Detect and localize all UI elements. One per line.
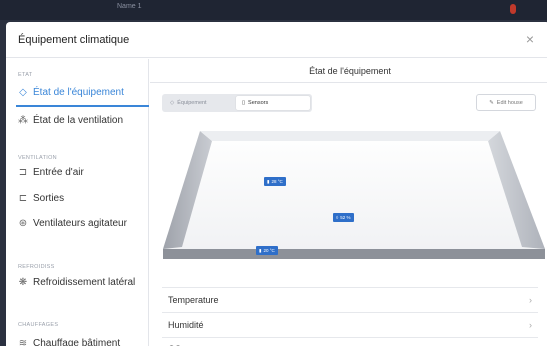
air-inlet-icon: ⊐ [18,167,28,178]
sidebar-item-side-cooling[interactable]: ❋ Refroidissement latéral [18,277,135,288]
sidebar-item-ventilation-state[interactable]: ⁂ État de la ventilation [18,115,123,126]
sidebar-item-label: Chauffage bâtiment [33,338,121,346]
fan-cluster-icon: ⁂ [18,115,28,126]
view-toggle: ◇ Équipement ▯ Sensors [162,94,312,112]
list-item-humidity[interactable]: Humidité › [162,312,538,337]
chevron-right-icon: › [529,295,532,305]
sidebar-item-label: État de l'équipement [33,87,124,98]
edit-house-label: Edit house [496,99,523,106]
sidebar-item-building-heating[interactable]: ≋ Chauffage bâtiment [18,338,120,346]
dialog-header: Équipement climatique × [6,22,547,58]
sensor-value: 52 % [340,215,351,220]
temperature-sensor-badge[interactable]: ▮ 20 °C [256,246,278,255]
sidebar-item-outlets[interactable]: ⊏ Sorties [18,193,64,204]
edit-house-button[interactable]: ✎ Edit house [476,94,536,111]
section-heading-cooling: REFROIDISS [18,264,55,270]
tab-label: Sensors [248,100,269,106]
cooling-icon: ❋ [18,277,28,288]
sidebar-item-air-inlet[interactable]: ⊐ Entrée d'air [18,167,84,178]
app-bar: Name 1 [0,0,547,20]
list-item-temperature[interactable]: Temperature › [162,287,538,312]
sidebar-item-label: Sorties [33,193,65,204]
tab-equipment[interactable]: ◇ Équipement [164,96,234,110]
house-shape [163,131,545,259]
fan-icon: ⊛ [18,218,28,229]
list-item-label: Temperature [168,295,219,305]
main-panel: État de l'équipement ◇ Équipement ▯ Sens… [150,59,547,346]
sidebar: ETAT ◇ État de l'équipement ⁂ État de la… [6,59,149,346]
sensor-list: Temperature › Humidité › CO2 › [162,287,538,346]
eye-icon: ◇ [19,87,27,98]
eye-icon: ◇ [170,100,175,106]
section-heading-etat: ETAT [18,72,33,78]
tab-label: Équipement [177,100,207,106]
thermometer-icon: ▮ [259,248,262,253]
tab-sensors[interactable]: ▯ Sensors [236,96,310,110]
sensor-value: 20 °C [263,248,275,253]
section-heading-ventilation: VENTILATION [18,155,57,161]
house-floor [163,131,545,249]
outlet-icon: ⊏ [18,193,28,204]
thermometer-icon: ▮ [267,179,270,184]
humidity-icon: ◊ [336,215,339,220]
sidebar-item-label: État de la ventilation [33,115,124,126]
section-heading-heating: CHAUFFAGES [18,322,59,328]
house-front-wall [163,249,545,259]
heater-icon: ≋ [18,338,28,346]
sensor-icon: ▯ [242,100,246,106]
list-item-co2[interactable]: CO2 › [162,337,538,346]
close-icon[interactable]: × [526,31,534,47]
sidebar-item-stirring-fans[interactable]: ⊛ Ventilateurs agitateur [18,218,127,229]
sidebar-item-label: Ventilateurs agitateur [33,218,127,229]
chevron-right-icon: › [529,320,532,330]
temperature-sensor-badge[interactable]: ▮ 28 °C [264,177,286,186]
sensor-value: 28 °C [271,179,283,184]
climate-equipment-dialog: Équipement climatique × ETAT ◇ État de l… [6,22,547,346]
sidebar-item-label: Refroidissement latéral [33,277,136,288]
pencil-icon: ✎ [489,99,494,106]
app-bar-title: Name 1 [117,3,142,10]
page-title: État de l'équipement [150,59,547,83]
sidebar-item-equipment-state[interactable]: ◇ État de l'équipement [18,87,124,98]
sidebar-item-label: Entrée d'air [33,167,84,178]
house-visualization: ▮ 28 °C ◊ 52 % ▮ 20 °C [160,119,547,269]
list-item-label: Humidité [168,320,204,330]
house-back-wall [200,131,500,141]
humidity-sensor-badge[interactable]: ◊ 52 % [333,213,354,222]
dialog-title: Équipement climatique [18,34,130,46]
notification-indicator[interactable] [510,4,516,14]
active-indicator [16,105,149,107]
